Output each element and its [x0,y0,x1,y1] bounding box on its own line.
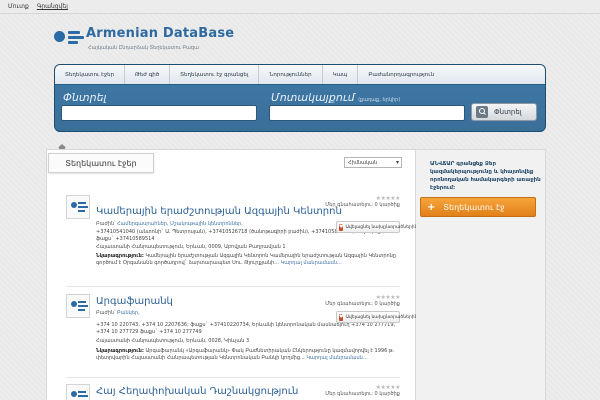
site-logo[interactable]: Armenian DataBase Հայկական Ընդարձակ Տեղե… [54,26,274,56]
listing-rating: ★★★★★ Մեր գնահատելու: 0 կարծիք [325,195,400,208]
listing-rating: ★★★★★ Մեր գնահատելու: 0 կարծիք [325,384,400,397]
add-favorite-button[interactable]: ♥ Ավելացնել նախընտրածներին [336,311,417,323]
listing-address: Հայաստանի Հանրապետություն, Երևան, 0028, … [96,338,250,344]
listing-title[interactable]: Հայ Հեղափոխական Դաշնակցություն [96,386,298,397]
near-hint: (քաղաք, երկիր) [358,97,401,103]
top-bar: Մուտք Գրանցվել [0,0,600,14]
listing-item: Արգաֆարանկ Բաժին՝ Բանկեր, +374 10 220743… [66,294,417,374]
add-listing-label: Տեղեկատու էջ [443,202,505,212]
add-listing-button[interactable]: + Տեղեկատու էջ [420,197,536,217]
rating-stars-icon[interactable]: ★★★★★ [325,294,401,301]
listing-thumb-icon [66,294,90,318]
listing-contacts: +374 10 220743, +374 10 2207636; ֆաքս` +… [96,322,396,335]
read-more-link[interactable]: Կարդալ մանրամասն... [281,260,342,266]
sidebar-promo-text: ԱՆՎՃԱՐ գրանցեք Ձեր կազմակերպությունը և կ… [430,161,541,191]
find-label: Փնտրել [63,91,107,104]
listing-thumb-icon [66,384,90,400]
login-link[interactable]: Մուտք [8,3,29,10]
listing-address: Հայաստանի Հանրապետություն, Երևան, 0009, … [96,244,286,250]
heart-icon: ♥ [339,223,344,231]
main-nav: Տեղեկատու էջեր Թեժ գիծ Տեղեկատու էջ գրան… [55,65,545,85]
search-input[interactable] [61,105,257,121]
nav-item-register-page[interactable]: Տեղեկատու էջ գրանցել [170,65,260,84]
logo-mark-icon [54,28,84,44]
tab-directory[interactable]: Տեղեկատու էջեր [48,153,154,173]
nav-item-news[interactable]: Նորություններ [259,65,323,84]
rating-stars-icon[interactable]: ★★★★★ [325,195,401,202]
search-icon [476,106,488,118]
add-favorite-button[interactable]: ♥ Ավելացնել նախընտրածներին [336,221,417,233]
listing-separator [66,286,400,287]
logo-subtitle: Հայկական Ընդարձակ Տեղեկատու Բազա [88,45,199,51]
logo-title: Armenian DataBase [86,26,235,41]
search-panel: Տեղեկատու էջեր Թեժ գիծ Տեղեկատու էջ գրան… [54,64,546,132]
read-more-link[interactable]: Կարդալ մանրամասն... [306,355,367,361]
nav-item-subscription[interactable]: Բաժանորդագրություն [358,65,444,84]
nav-item-hotline[interactable]: Թեժ գիծ [125,65,171,84]
listing-title[interactable]: Կամերային երաժշտության Ազգային Կենտրոն [96,206,342,217]
listing-item: Հայ Հեղափոխական Դաշնակցություն ★★★★★ Մեր… [66,384,400,400]
search-button-label: Փնտրել [494,108,522,116]
plus-icon: + [427,201,436,213]
listing-category: Բաժին՝ Բանկեր, [96,310,140,316]
location-input[interactable] [269,105,465,121]
listing-title[interactable]: Արգաֆարանկ [96,296,173,307]
listing-rating: ★★★★★ Մեր գնահատելու: 0 կարծիք [325,294,400,307]
nav-item-directory[interactable]: Տեղեկատու էջեր [55,65,126,84]
nav-item-contact[interactable]: Կապ [323,65,359,84]
near-label: Մոտակայքում (քաղաք, երկիր) [271,91,401,104]
rating-stars-icon[interactable]: ★★★★★ [325,384,401,391]
search-button[interactable]: Փնտրել [471,103,537,121]
register-link[interactable]: Գրանցվել [37,3,68,10]
listing-item: Կամերային երաժշտության Ազգային Կենտրոն Բ… [66,195,417,283]
listing-description: Նկարագրություն: Կամերային երաժշտության Ա… [96,253,397,266]
listing-thumb-icon [66,195,90,219]
listing-separator [66,377,400,378]
heart-icon: ♥ [339,313,344,321]
listing-category: Բաժին՝ Համերգասրահներ, Մշակութային կենտր… [96,221,243,227]
listing-description: Նկարագրություն: Արգաֆարանկ «Արգաֆարանկ» … [96,348,395,361]
home-icon[interactable] [58,136,66,151]
sort-select[interactable]: Հիմնական [344,157,402,168]
